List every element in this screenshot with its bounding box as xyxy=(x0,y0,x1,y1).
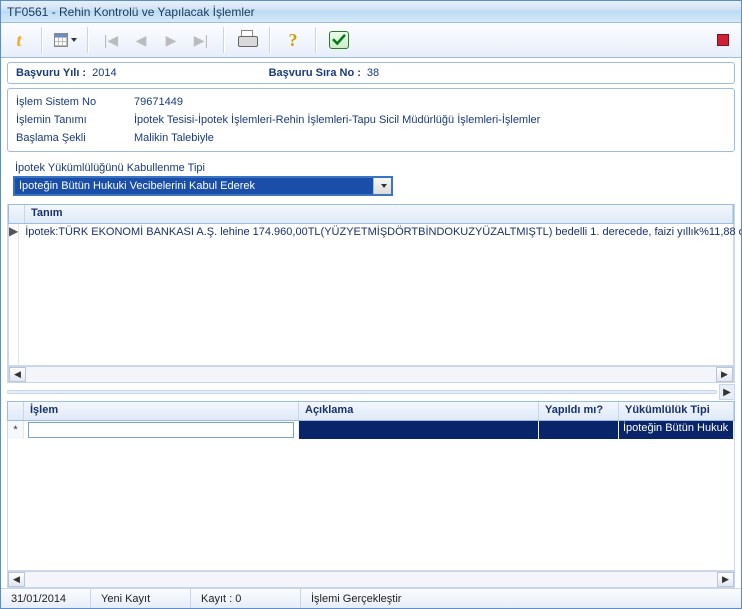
row-header-blank xyxy=(9,205,25,223)
tanim-cell[interactable]: İpotek:TÜRK EKONOMİ BANKASI A.Ş. lehine … xyxy=(19,224,741,365)
nav-first-button[interactable]: |◀ xyxy=(97,26,125,54)
row-header-blank xyxy=(8,402,24,420)
definition-grid-header: Tanım xyxy=(8,204,734,224)
form-panel: İşlem Sistem No 79671449 İşlemin Tanımı … xyxy=(7,88,735,152)
help-button[interactable]: ? xyxy=(279,26,307,54)
chevron-down-icon xyxy=(381,184,387,188)
nav-prev-button[interactable]: ◀ xyxy=(127,26,155,54)
year-label: Başvuru Yılı : xyxy=(16,67,86,79)
status-mode: Yeni Kayıt xyxy=(91,589,191,608)
content-area: Başvuru Yılı : 2014 Başvuru Sıra No : 38… xyxy=(1,58,741,588)
islem-cell[interactable] xyxy=(24,421,299,439)
app-window: TF0561 - Rehin Kontrolü ve Yapılacak İşl… xyxy=(0,0,742,609)
col-yukumluluk[interactable]: Yükümlülük Tipi xyxy=(619,402,734,420)
actions-grid: İşlem Açıklama Yapıldı mı? Yükümlülük Ti… xyxy=(7,401,735,588)
sysno-label: İşlem Sistem No xyxy=(16,93,126,111)
window-title: TF0561 - Rehin Kontrolü ve Yapılacak İşl… xyxy=(7,5,255,19)
col-tanim[interactable]: Tanım xyxy=(25,205,733,223)
toolbar-separator xyxy=(87,27,89,53)
help-icon: ? xyxy=(289,30,298,51)
status-action: İşlemi Gerçekleştir xyxy=(301,589,741,608)
nav-first-icon: |◀ xyxy=(104,33,118,47)
nav-next-button[interactable]: ▶ xyxy=(157,26,185,54)
obligation-type-input[interactable] xyxy=(15,178,373,194)
nav-last-icon: ▶| xyxy=(194,33,208,47)
yukumluluk-cell[interactable]: İpoteğin Bütün Hukuk xyxy=(619,421,734,439)
col-aciklama[interactable]: Açıklama xyxy=(299,402,539,420)
toolbar: t |◀ ◀ ▶ ▶| ? xyxy=(1,23,741,58)
toolbar-separator xyxy=(41,27,43,53)
row-marker: ▶ xyxy=(9,224,19,365)
grid1-hscroll[interactable]: ◀ ▶ xyxy=(8,366,734,383)
scroll-right-button[interactable]: ▶ xyxy=(716,367,733,382)
definition-grid: Tanım ▶ İpotek:TÜRK EKONOMİ BANKASI A.Ş.… xyxy=(7,204,735,383)
scroll-left-button[interactable]: ◀ xyxy=(8,572,25,587)
splitter[interactable]: ▶ xyxy=(7,387,735,397)
start-label: Başlama Şekli xyxy=(16,129,126,147)
def-value: İpotek Tesisi-İpotek İşlemleri-Rehin İşl… xyxy=(134,111,540,129)
scroll-left-button[interactable]: ◀ xyxy=(9,367,26,382)
status-date: 31/01/2014 xyxy=(1,589,91,608)
application-ref-bar: Başvuru Yılı : 2014 Başvuru Sıra No : 38 xyxy=(7,62,735,84)
toolbar-separator xyxy=(269,27,271,53)
combo-block: İpotek Yükümlülüğünü Kabullenme Tipi xyxy=(7,156,735,200)
definition-grid-body[interactable]: ▶ İpotek:TÜRK EKONOMİ BANKASI A.Ş. lehin… xyxy=(8,224,734,366)
nav-last-button[interactable]: ▶| xyxy=(187,26,215,54)
actions-grid-header: İşlem Açıklama Yapıldı mı? Yükümlülük Ti… xyxy=(7,401,735,421)
sysno-value: 79671449 xyxy=(134,93,183,111)
scroll-track[interactable] xyxy=(25,572,717,587)
grid-view-button[interactable] xyxy=(51,26,79,54)
nav-prev-icon: ◀ xyxy=(136,33,147,47)
chevron-down-icon xyxy=(71,38,77,42)
aciklama-cell[interactable] xyxy=(299,421,539,439)
toolbar-separator xyxy=(315,27,317,53)
start-value: Malikin Talebiyle xyxy=(134,129,214,147)
grid-icon xyxy=(53,32,69,48)
splitter-line xyxy=(7,390,717,394)
check-icon xyxy=(329,31,349,49)
col-islem[interactable]: İşlem xyxy=(24,402,299,420)
titlebar: TF0561 - Rehin Kontrolü ve Yapılacak İşl… xyxy=(1,1,741,23)
yapildi-cell[interactable] xyxy=(539,421,619,439)
actions-grid-body[interactable]: * İpoteğin Bütün Hukuk xyxy=(7,421,735,571)
app-logo-button[interactable]: t xyxy=(5,26,33,54)
status-count: Kayıt : 0 xyxy=(191,589,301,608)
print-button[interactable] xyxy=(233,26,261,54)
printer-icon xyxy=(238,33,256,47)
table-row[interactable]: * İpoteğin Bütün Hukuk xyxy=(8,421,734,439)
def-label: İşlemin Tanımı xyxy=(16,111,126,129)
scroll-track[interactable] xyxy=(26,367,716,382)
combo-label: İpotek Yükümlülüğünü Kabullenme Tipi xyxy=(15,162,729,174)
seq-value: 38 xyxy=(367,67,379,79)
obligation-type-combo[interactable] xyxy=(13,176,393,196)
grid2-hscroll[interactable]: ◀ ▶ xyxy=(7,571,735,588)
close-icon xyxy=(717,34,729,46)
toolbar-separator xyxy=(223,27,225,53)
nav-next-icon: ▶ xyxy=(166,33,177,47)
status-bar: 31/01/2014 Yeni Kayıt Kayıt : 0 İşlemi G… xyxy=(1,588,741,608)
combo-dropdown-button[interactable] xyxy=(373,178,391,194)
close-tool-button[interactable] xyxy=(709,26,737,54)
app-logo-icon: t xyxy=(16,30,21,51)
scroll-right-button[interactable]: ▶ xyxy=(717,572,734,587)
seq-label: Başvuru Sıra No : xyxy=(269,67,361,79)
splitter-toggle[interactable]: ▶ xyxy=(719,384,735,400)
col-yapildi[interactable]: Yapıldı mı? xyxy=(539,402,619,420)
confirm-button[interactable] xyxy=(325,26,353,54)
new-row-marker: * xyxy=(8,421,24,439)
year-value: 2014 xyxy=(92,67,116,79)
islem-input[interactable] xyxy=(28,422,294,438)
